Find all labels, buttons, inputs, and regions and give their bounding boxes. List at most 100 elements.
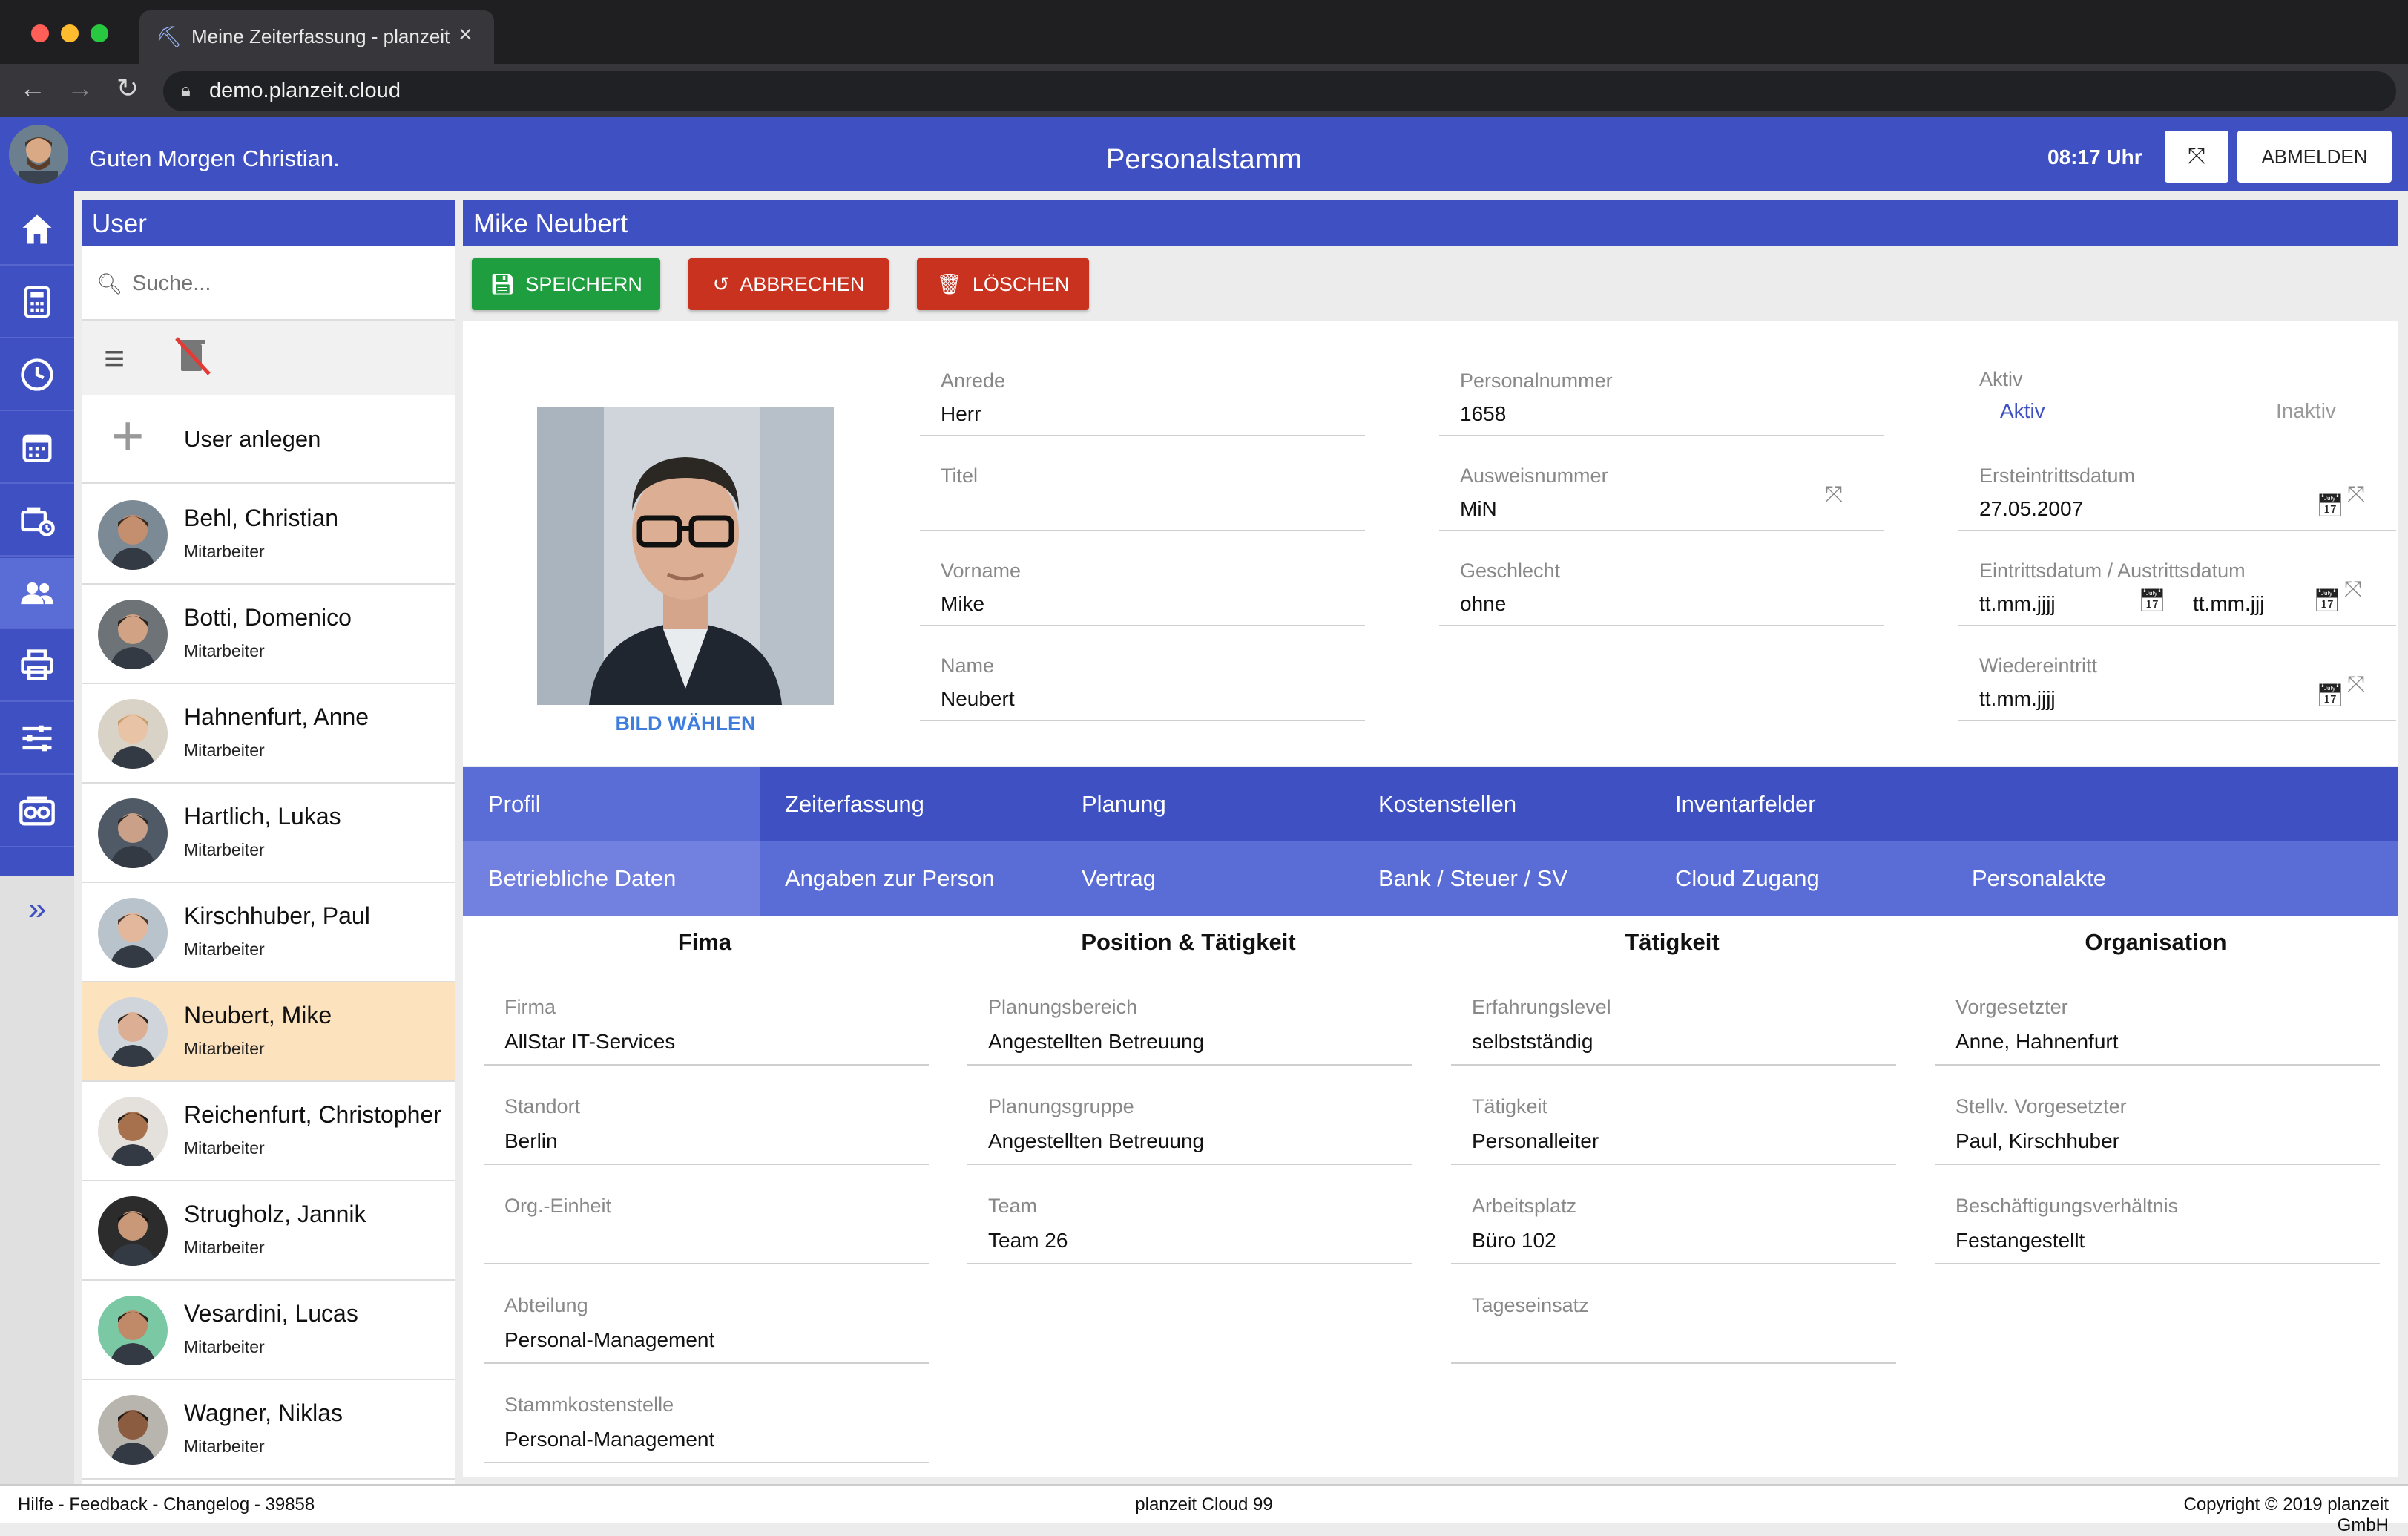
user-list-item[interactable]: Behl, Christian Mitarbeiter [82,485,455,585]
sidebar-item-terminal[interactable] [0,776,74,847]
avatar[interactable] [9,125,68,184]
tab-cloud-zugang[interactable]: Cloud Zugang [1650,841,1947,916]
sidebar-item-calendar[interactable] [0,413,74,484]
form-field[interactable]: Planungsgruppe Angestellten Betreuung [967,1083,1412,1165]
forward-arrow-icon[interactable]: → [62,73,98,104]
form-field[interactable]: Vorgesetzter Anne, Hahnenfurt [1935,984,2380,1066]
reload-icon[interactable]: ↻ [110,73,145,104]
delete-button[interactable]: 🗑︎ LÖSCHEN [917,258,1089,310]
tab-vertrag[interactable]: Vertrag [1056,841,1353,916]
form-field[interactable]: Org.-Einheit [484,1183,929,1264]
user-list-item[interactable]: Wagner, Niklas Mitarbeiter [82,1380,455,1480]
user-list-item[interactable]: Neubert, Mike Mitarbeiter [82,982,455,1082]
form-field[interactable]: Firma AllStar IT-Services [484,984,929,1066]
sidebar-item-settings[interactable] [0,703,74,775]
field-value: MiN [1460,497,1497,520]
form-field[interactable]: Abteilung Personal-Management [484,1282,929,1364]
field-label: Titel [941,465,978,487]
active-option[interactable]: Aktiv [2000,399,2045,423]
user-list-item[interactable]: Vesardini, Lucas Mitarbeiter [82,1281,455,1380]
form-field[interactable]: Standort Berlin [484,1083,929,1165]
calendar-icon[interactable]: 📅︎ [2138,588,2166,614]
form-field[interactable]: Planungsbereich Angestellten Betreuung [967,984,1412,1066]
gender-field[interactable]: Geschlecht ohne [1439,548,1884,626]
search-input[interactable] [131,269,427,298]
cancel-button[interactable]: ↺ ABBRECHEN [688,258,889,310]
list-icon[interactable]: ≡ [104,338,125,379]
inactive-option[interactable]: Inaktiv [2276,399,2336,423]
home-icon [22,214,52,244]
form-field[interactable]: Stammkostenstelle Personal-Management [484,1382,929,1463]
expand-icon[interactable]: ⤧ [2344,577,2362,603]
sidebar-item-home[interactable] [0,194,74,266]
tab-inventarfelder[interactable]: Inventarfelder [1650,767,1947,841]
calendar-icon[interactable]: 📅︎ [2313,588,2341,614]
field-value: Personalleiter [1472,1129,1599,1152]
calendar-icon[interactable]: 📅︎ [2316,493,2344,519]
expand-sidebar-icon[interactable]: » [0,890,74,928]
user-name: Behl, Christian [184,505,339,531]
form-field[interactable]: Stellv. Vorgesetzter Paul, Kirschhuber [1935,1083,2380,1165]
calendar-icon [22,434,52,462]
entry-date-value[interactable]: tt.mm.jjjj [1979,592,2056,616]
back-arrow-icon[interactable]: ← [15,73,50,104]
form-field[interactable]: Erfahrungslevel selbstständig [1451,984,1896,1066]
sidebar-item-calculator[interactable] [0,267,74,338]
sidebar-item-time[interactable] [0,340,74,411]
last-name-field[interactable]: Name Neubert [920,643,1365,721]
tab-betriebliche-daten[interactable]: Betriebliche Daten [463,841,760,916]
tab-zeiterfassung[interactable]: Zeiterfassung [760,767,1056,841]
form-field[interactable]: Tätigkeit Personalleiter [1451,1083,1896,1165]
title-field[interactable]: Titel [920,453,1365,531]
avatar [98,898,168,968]
id-number-field[interactable]: Ausweisnummer MiN ⤧ [1439,453,1884,531]
minimize-window-button[interactable] [61,24,79,42]
tab-personalakte[interactable]: Personalakte [1947,841,2243,916]
save-button[interactable]: 💾︎ SPEICHERN [472,258,660,310]
tab-angaben-zur-person[interactable]: Angaben zur Person [760,841,1056,916]
choose-picture-link[interactable]: BILD WÄHLEN [537,712,834,735]
expand-icon[interactable]: ⤧ [2347,482,2365,508]
personnel-number-field[interactable]: Personalnummer 1658 [1439,358,1884,436]
sidebar-item-users[interactable] [0,558,74,629]
form-field[interactable]: Beschäftigungsverhältnis Festangestellt [1935,1183,2380,1264]
field-label: Team [988,1195,1038,1217]
address-bar[interactable] [163,71,2396,111]
profile-photo[interactable] [537,407,834,705]
footer-links[interactable]: Hilfe - Feedback - Changelog - 39858 [18,1494,315,1515]
logout-button[interactable]: ABMELDEN [2237,131,2392,183]
fullscreen-button[interactable]: ⤧ [2165,131,2228,183]
tab-close-icon[interactable]: × [458,21,473,48]
first-name-field[interactable]: Vorname Mike [920,548,1365,626]
first-entry-date-field[interactable]: Ersteintrittsdatum 27.05.2007 📅︎ ⤧ [1958,453,2396,531]
tab-bank-steuer-sv[interactable]: Bank / Steuer / SV [1353,841,1650,916]
expand-icon[interactable]: ⤧ [2347,672,2365,698]
re-entry-date-field[interactable]: Wiedereintritt tt.mm.jjjj 📅︎ ⤧ [1958,643,2396,721]
form-field[interactable]: Tageseinsatz [1451,1282,1896,1364]
tab-profil[interactable]: Profil [463,767,760,841]
user-list-item[interactable]: Hahnenfurt, Anne Mitarbeiter [82,684,455,784]
calendar-icon[interactable]: 📅︎ [2316,683,2344,709]
url-text[interactable]: demo.planzeit.cloud [209,79,401,103]
exit-date-value[interactable]: tt.mm.jjj [2193,592,2264,616]
users-icon [21,582,53,605]
sidebar-item-print[interactable] [0,631,74,702]
user-list-item[interactable]: Reichenfurt, Christopher Mitarbeiter [82,1082,455,1181]
expand-icon[interactable]: ⤧ [1825,482,1843,508]
form-field[interactable]: Team Team 26 [967,1183,1412,1264]
close-window-button[interactable] [31,24,49,42]
maximize-window-button[interactable] [91,24,108,42]
user-list-item[interactable]: Kirschhuber, Paul Mitarbeiter [82,883,455,982]
tab-kostenstellen[interactable]: Kostenstellen [1353,767,1650,841]
entry-exit-date-field[interactable]: Eintrittsdatum / Austrittsdatum tt.mm.jj… [1958,548,2396,626]
show-deleted-icon[interactable] [168,335,215,386]
tab-planung[interactable]: Planung [1056,767,1353,841]
user-list-item[interactable]: Botti, Domenico Mitarbeiter [82,585,455,684]
undo-icon: ↺ [712,272,730,295]
user-list-item[interactable]: Hartlich, Lukas Mitarbeiter [82,784,455,883]
user-list-item[interactable]: Strugholz, Jannik Mitarbeiter [82,1181,455,1281]
form-field[interactable]: Arbeitsplatz Büro 102 [1451,1183,1896,1264]
salutation-field[interactable]: Anrede Herr [920,358,1365,436]
page-title: Personalstamm [1106,144,1302,175]
sidebar-item-work-time[interactable] [0,485,74,557]
